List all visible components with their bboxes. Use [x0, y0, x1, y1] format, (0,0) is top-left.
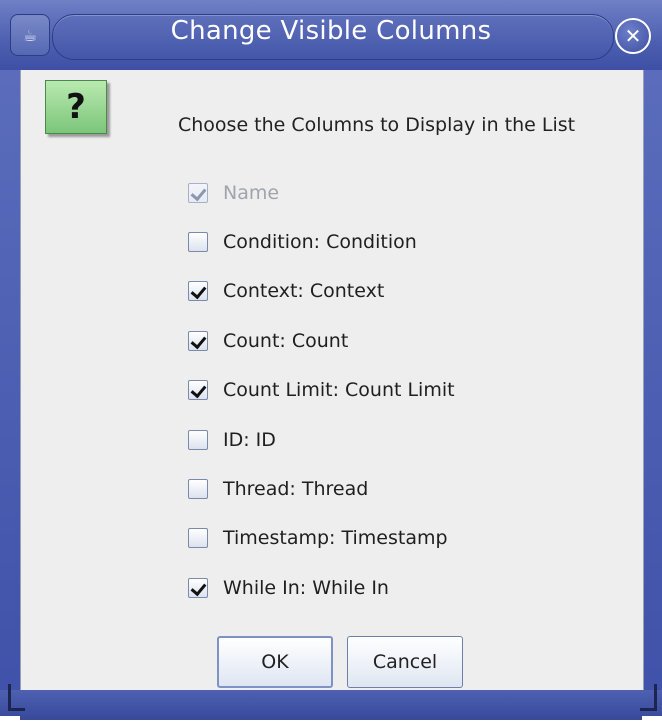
- checkbox-count-limit[interactable]: [188, 380, 208, 401]
- column-label-name: Name: [223, 181, 280, 204]
- checkbox-timestamp[interactable]: [188, 528, 208, 549]
- column-label-context[interactable]: Context: Context: [223, 280, 384, 302]
- ok-button[interactable]: OK: [217, 636, 333, 688]
- dialog-window: ☕ Change Visible Columns ✕ ? Choose the …: [0, 0, 662, 716]
- close-icon[interactable]: ✕: [615, 18, 651, 54]
- window-title: Change Visible Columns: [170, 16, 492, 46]
- column-option-id[interactable]: ID: ID: [188, 415, 455, 464]
- checkbox-name: [188, 182, 208, 203]
- column-label-count[interactable]: Count: Count: [223, 330, 348, 352]
- column-option-name: Name: [188, 168, 455, 217]
- underlying-window-edge: [20, 716, 642, 720]
- column-label-while-in[interactable]: While In: While In: [223, 577, 389, 599]
- column-option-timestamp[interactable]: Timestamp: Timestamp: [188, 514, 455, 563]
- checkbox-context[interactable]: [188, 281, 208, 302]
- column-label-id[interactable]: ID: ID: [223, 429, 276, 451]
- title-bar[interactable]: ☕ Change Visible Columns ✕: [0, 0, 662, 70]
- column-options-list: Name Condition: Condition Context: Conte…: [188, 168, 455, 613]
- column-option-count-limit[interactable]: Count Limit: Count Limit: [188, 366, 455, 415]
- question-icon: ?: [45, 80, 107, 134]
- resize-grip-right[interactable]: [640, 684, 657, 711]
- column-label-count-limit[interactable]: Count Limit: Count Limit: [223, 379, 455, 401]
- checkbox-condition[interactable]: [188, 232, 208, 253]
- column-option-thread[interactable]: Thread: Thread: [188, 464, 455, 513]
- column-label-timestamp[interactable]: Timestamp: Timestamp: [223, 527, 448, 549]
- dialog-content: ? Choose the Columns to Display in the L…: [20, 70, 644, 690]
- column-option-context[interactable]: Context: Context: [188, 267, 455, 316]
- checkbox-id[interactable]: [188, 429, 208, 450]
- column-option-condition[interactable]: Condition: Condition: [188, 217, 455, 266]
- checkbox-count[interactable]: [188, 330, 208, 351]
- window-bottom-border: [0, 690, 662, 716]
- column-option-count[interactable]: Count: Count: [188, 316, 455, 365]
- prompt-text: Choose the Columns to Display in the Lis…: [178, 114, 576, 136]
- column-label-thread[interactable]: Thread: Thread: [223, 478, 368, 500]
- checkbox-thread[interactable]: [188, 479, 208, 500]
- column-label-condition[interactable]: Condition: Condition: [223, 231, 417, 253]
- resize-grip-left[interactable]: [8, 684, 25, 711]
- column-option-while-in[interactable]: While In: While In: [188, 563, 455, 612]
- checkbox-while-in[interactable]: [188, 577, 208, 598]
- cancel-button[interactable]: Cancel: [347, 636, 463, 688]
